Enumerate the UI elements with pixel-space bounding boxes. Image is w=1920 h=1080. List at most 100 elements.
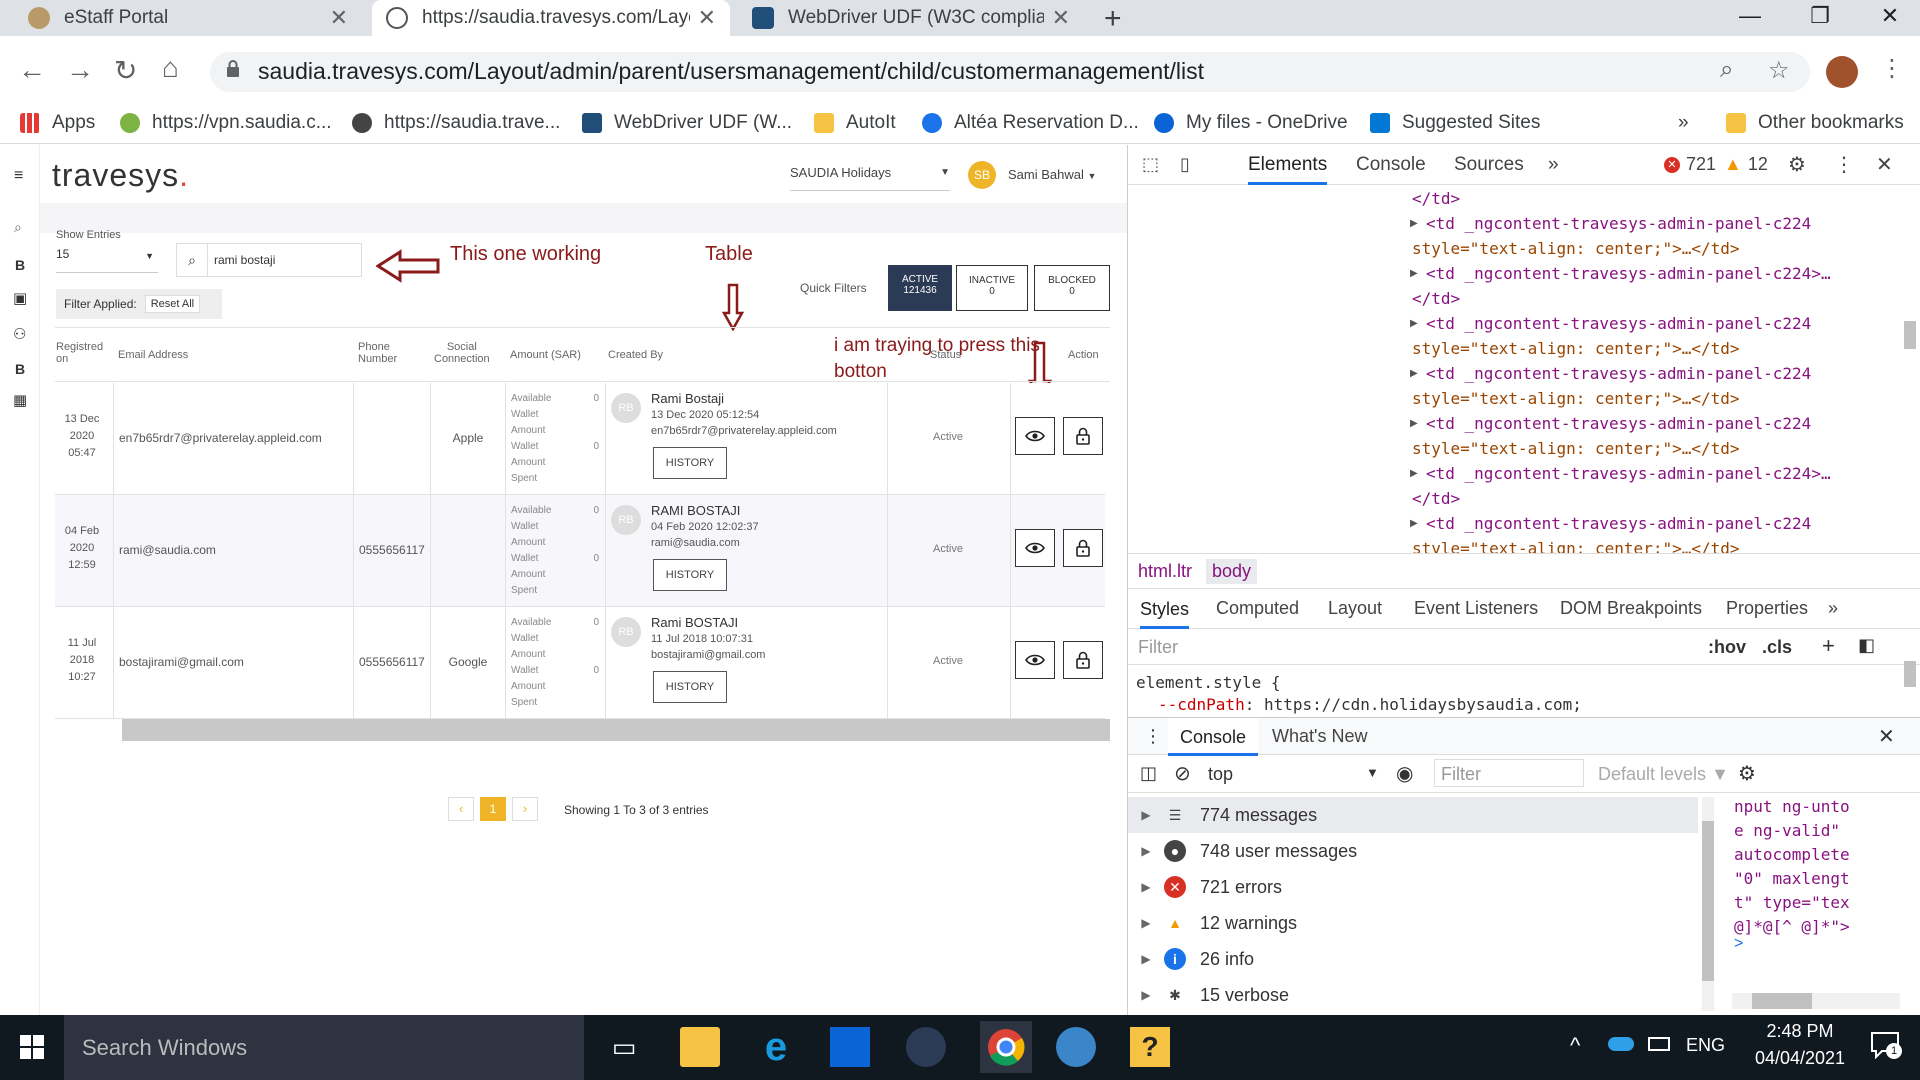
dashboard-icon[interactable]: ▣ (13, 289, 27, 307)
lock-button[interactable] (1063, 641, 1103, 679)
hscroll-thumb[interactable] (1752, 993, 1812, 1009)
bookmark-altea[interactable]: Altéa Reservation D... (922, 112, 1139, 134)
profile-avatar[interactable] (1826, 56, 1858, 88)
dom-node-line[interactable]: <td _ngcontent-travesys-admin-panel-c224 (1426, 414, 1811, 433)
pager-next-button[interactable]: › (512, 797, 538, 821)
lock-button[interactable] (1063, 417, 1103, 455)
chrome-taskbar-slot[interactable] (980, 1021, 1032, 1073)
tab-travesys[interactable]: https://saudia.travesys.com/Layo ✕ (372, 0, 730, 36)
dom-node-line[interactable]: style="text-align: center;">…</td> (1412, 239, 1740, 258)
breadcrumb-body[interactable]: body (1206, 558, 1258, 584)
styles-tab-properties[interactable]: Properties (1726, 598, 1808, 619)
drawer-menu-icon[interactable]: ⋮ (1144, 726, 1162, 747)
new-tab-plus-icon[interactable]: + (1104, 2, 1122, 36)
pager-prev-button[interactable]: ‹ (448, 797, 474, 821)
search-input[interactable]: rami bostaji (207, 244, 361, 276)
bookmark-autoit[interactable]: AutoIt (814, 112, 896, 134)
new-rule-plus-icon[interactable]: + (1822, 633, 1835, 659)
close-icon[interactable]: ✕ (698, 5, 716, 31)
language-indicator[interactable]: ENG (1686, 1035, 1725, 1056)
context-select[interactable]: top (1208, 764, 1233, 785)
cls-toggle[interactable]: .cls (1762, 637, 1792, 658)
console-message-group[interactable]: ▶ i 26 info (1128, 941, 1698, 977)
console-hscroll[interactable] (1732, 993, 1900, 1009)
search-box[interactable]: ⌕ rami bostaji (176, 243, 362, 277)
device-toolbar-icon[interactable]: ▯ (1180, 154, 1190, 175)
rail-item-b[interactable]: B (15, 257, 25, 273)
battery-icon[interactable] (1648, 1037, 1670, 1051)
hov-toggle[interactable]: :hov (1708, 637, 1746, 658)
styles-tab-computed[interactable]: Computed (1216, 598, 1299, 619)
task-view-icon[interactable]: ▭ (604, 1027, 644, 1067)
back-arrow-icon[interactable]: ← (18, 54, 46, 86)
scrollbar-thumb[interactable] (1702, 821, 1714, 981)
view-eye-button[interactable] (1015, 417, 1055, 455)
console-message-group[interactable]: ▶ ● 748 user messages (1128, 833, 1698, 869)
console-filter-input[interactable]: Filter (1434, 759, 1584, 787)
console-prompt[interactable]: > (1734, 935, 1743, 953)
tab-webdriver-udf[interactable]: WebDriver UDF (W3C compliant ✕ (738, 0, 1084, 36)
view-eye-button[interactable] (1015, 641, 1055, 679)
clock[interactable]: 2:48 PM 04/04/2021 (1740, 1021, 1860, 1069)
close-icon[interactable]: ✕ (330, 5, 348, 31)
dom-node-line[interactable]: <td _ngcontent-travesys-admin-panel-c224… (1426, 264, 1831, 283)
filter-inactive-button[interactable]: INACTIVE 0 (956, 265, 1028, 311)
dom-node-line[interactable]: <td _ngcontent-travesys-admin-panel-c224 (1426, 364, 1811, 383)
bookmark-apps[interactable]: Apps (20, 112, 95, 134)
history-button[interactable]: HISTORY (653, 447, 727, 479)
reload-icon[interactable]: ↻ (114, 54, 137, 87)
expand-triangle-icon[interactable]: ▶ (1410, 218, 1418, 229)
view-eye-button[interactable] (1015, 529, 1055, 567)
dom-node-line[interactable]: style="text-align: center;">…</td> (1412, 389, 1740, 408)
restore-icon[interactable]: ❐ (1790, 0, 1850, 32)
settings-gear-icon[interactable]: ⚙ (1788, 152, 1806, 177)
tab-estaff-portal[interactable]: eStaff Portal ✕ (14, 0, 362, 36)
brand-select[interactable]: SAUDIA Holidays ▼ (790, 165, 950, 191)
lock-icon[interactable] (226, 60, 240, 78)
styles-more-tabs[interactable]: » (1828, 598, 1838, 619)
dom-node-line[interactable]: </td> (1412, 289, 1460, 308)
devtools-issue-counts[interactable]: ✕ 721 ▲ 12 (1664, 154, 1768, 175)
expand-triangle-icon[interactable]: ▶ (1410, 268, 1418, 279)
scite-icon[interactable] (1056, 1027, 1096, 1067)
taskbar-search[interactable]: Search Windows (64, 1015, 584, 1080)
styles-tab-styles[interactable]: Styles (1140, 589, 1190, 629)
rail-item-b2[interactable]: B (15, 361, 25, 377)
user-avatar[interactable]: SB (968, 161, 996, 189)
devtools-close-icon[interactable]: ✕ (1876, 152, 1893, 177)
lock-button[interactable] (1063, 529, 1103, 567)
dom-node-line[interactable]: <td _ngcontent-travesys-admin-panel-c224 (1426, 314, 1811, 333)
expand-triangle-icon[interactable]: ▶ (1410, 318, 1418, 329)
hamburger-menu-icon[interactable]: ≡ (14, 167, 23, 185)
bookmark-saudia[interactable]: https://saudia.trave... (352, 112, 560, 134)
dom-node-line[interactable]: style="text-align: center;">…</td> (1412, 339, 1740, 358)
clear-console-icon[interactable]: ⊘ (1174, 761, 1191, 786)
menu-kebab-icon[interactable]: ⋮ (1880, 54, 1904, 83)
drawer-tab-console[interactable]: Console (1168, 718, 1259, 756)
devtools-tab-sources[interactable]: Sources (1454, 154, 1524, 176)
home-icon[interactable]: ⌂ (162, 52, 179, 84)
console-sidebar-scrollbar[interactable] (1702, 797, 1714, 1011)
styles-filter-input[interactable]: Filter (1138, 637, 1178, 658)
url-text[interactable]: saudia.travesys.com/Layout/admin/parent/… (258, 58, 1204, 85)
outlook-icon[interactable] (830, 1027, 870, 1067)
bookmark-other[interactable]: Other bookmarks (1726, 112, 1904, 134)
entries-select[interactable]: 15 ▼ (56, 247, 158, 273)
expand-triangle-icon[interactable]: ▶ (1410, 518, 1418, 529)
styles-scrollbar[interactable] (1904, 661, 1916, 687)
dom-node-line[interactable]: </td> (1412, 189, 1460, 208)
drawer-tab-whats-new[interactable]: What's New (1272, 726, 1367, 747)
console-message-group[interactable]: ▶ ▲ 12 warnings (1128, 905, 1698, 941)
forward-arrow-icon[interactable]: → (66, 54, 94, 86)
expand-triangle-icon[interactable]: ▶ (1410, 468, 1418, 479)
bookmark-webdriver[interactable]: WebDriver UDF (W... (582, 112, 792, 134)
bookmark-onedrive[interactable]: My files - OneDrive (1154, 112, 1348, 134)
styles-tab-layout[interactable]: Layout (1328, 598, 1382, 619)
devtools-menu-icon[interactable]: ⋮ (1834, 152, 1854, 177)
tray-chevron-up-icon[interactable]: ^ (1570, 1033, 1580, 1059)
filter-active-button[interactable]: ACTIVE 121436 (888, 265, 952, 311)
sidebar-toggle-icon[interactable]: ◫ (1140, 763, 1157, 784)
elements-scrollbar[interactable] (1904, 321, 1916, 349)
autoit-icon[interactable] (906, 1027, 946, 1067)
windows-start-icon[interactable] (20, 1035, 44, 1059)
